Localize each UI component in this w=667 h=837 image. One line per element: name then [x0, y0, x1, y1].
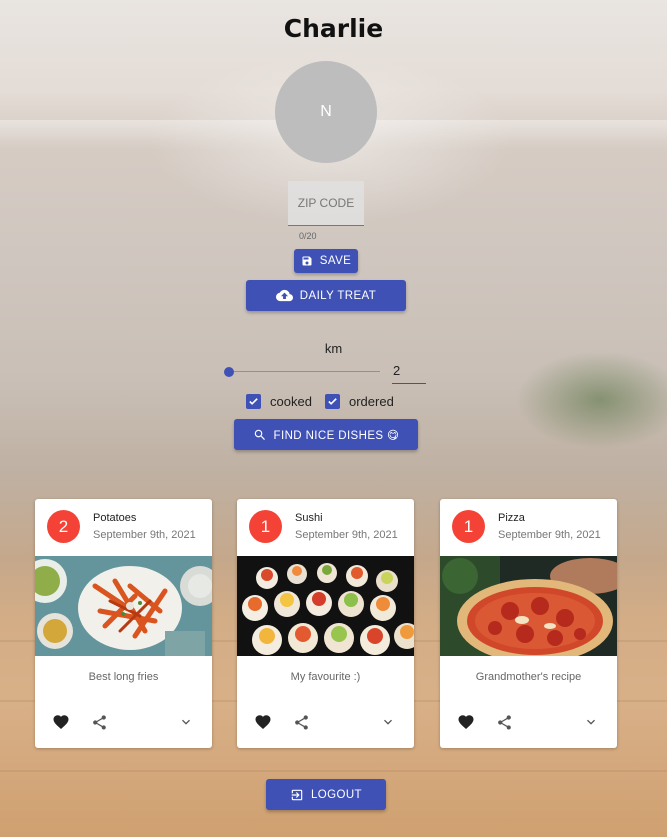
chevron-down-icon[interactable]: [582, 713, 600, 731]
cooked-label: cooked: [270, 394, 312, 409]
ordered-label: ordered: [349, 394, 394, 409]
heart-icon[interactable]: [457, 713, 475, 731]
save-label: Save: [319, 255, 352, 267]
heart-icon[interactable]: [254, 713, 272, 731]
dish-description: Grandmother's recipe: [475, 671, 582, 683]
dish-card-sushi[interactable]: 1 Sushi September 9th, 2021 My favourite…: [237, 499, 414, 748]
dish-description: Best long fries: [88, 671, 159, 683]
daily-treat-label: Daily treat: [299, 289, 377, 302]
slider-track: [228, 371, 380, 372]
checkbox-checked-icon[interactable]: [325, 394, 340, 409]
find-dishes-button[interactable]: Find nice dishes 😋: [234, 419, 418, 450]
avatar: N: [275, 61, 377, 163]
page-title: Charlie: [283, 14, 384, 43]
zip-char-counter: 0/20: [299, 231, 317, 241]
background-plank: [0, 770, 667, 772]
count-badge: 1: [452, 510, 485, 543]
dish-date: September 9th, 2021: [93, 529, 196, 541]
logout-button[interactable]: Logout: [266, 779, 386, 810]
search-icon: [254, 429, 265, 440]
zip-code-input[interactable]: [288, 195, 364, 211]
dish-photo: [440, 556, 617, 656]
chevron-down-icon[interactable]: [379, 713, 397, 731]
chevron-down-icon[interactable]: [177, 713, 195, 731]
dish-name: Sushi: [295, 512, 323, 524]
distance-input[interactable]: 2: [392, 363, 426, 384]
dish-name: Potatoes: [93, 512, 137, 524]
checkbox-checked-icon[interactable]: [246, 394, 261, 409]
share-icon[interactable]: [90, 713, 108, 731]
dish-photo: [35, 556, 212, 656]
logout-label: Logout: [311, 788, 362, 801]
distance-label: km: [324, 341, 343, 356]
dish-name: Pizza: [498, 512, 525, 524]
dish-date: September 9th, 2021: [295, 529, 398, 541]
save-icon: [302, 256, 312, 266]
slider-thumb[interactable]: [224, 367, 234, 377]
exit-icon: [291, 789, 303, 800]
distance-slider[interactable]: [224, 366, 380, 378]
cooked-checkbox[interactable]: cooked: [246, 394, 312, 409]
share-icon[interactable]: [292, 713, 310, 731]
zip-code-field[interactable]: [288, 181, 364, 226]
cloud-upload-icon: [275, 289, 293, 302]
save-button[interactable]: Save: [294, 249, 358, 273]
ordered-checkbox[interactable]: ordered: [325, 394, 394, 409]
count-badge: 1: [249, 510, 282, 543]
share-icon[interactable]: [495, 713, 513, 731]
avatar-initial: N: [320, 103, 332, 120]
heart-icon[interactable]: [52, 713, 70, 731]
dish-date: September 9th, 2021: [498, 529, 601, 541]
find-dishes-label: Find nice dishes 😋: [273, 429, 400, 442]
dish-card-pizza[interactable]: 1 Pizza September 9th, 2021 Grandmother'…: [440, 499, 617, 748]
dish-photo: [237, 556, 414, 656]
dish-description: My favourite :): [290, 671, 361, 683]
dish-card-potatoes[interactable]: 2 Potatoes September 9th, 2021 Best long…: [35, 499, 212, 748]
count-badge: 2: [47, 510, 80, 543]
daily-treat-button[interactable]: Daily treat: [246, 280, 406, 311]
